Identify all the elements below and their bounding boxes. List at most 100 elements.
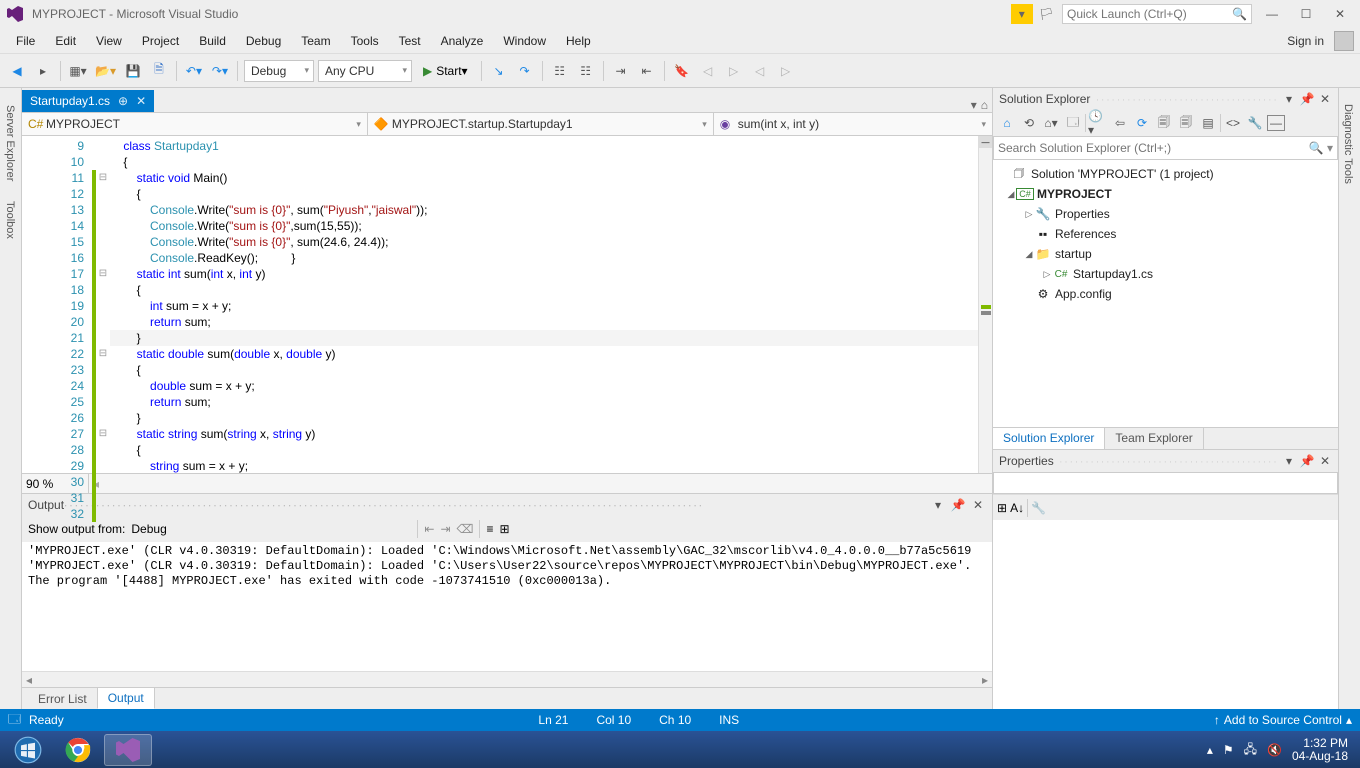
tree-node[interactable]: ⚙App.config bbox=[993, 284, 1338, 304]
menu-debug[interactable]: Debug bbox=[236, 30, 291, 52]
menu-team[interactable]: Team bbox=[291, 30, 340, 52]
nav-member-dropdown[interactable]: ◉sum(int x, int y) bbox=[714, 113, 992, 135]
menu-view[interactable]: View bbox=[86, 30, 132, 52]
se-tab-explorer[interactable]: Solution Explorer bbox=[993, 428, 1105, 449]
props-pin-icon[interactable]: 📌 bbox=[1300, 454, 1314, 468]
quick-launch[interactable]: 🔍 bbox=[1062, 4, 1252, 24]
save-icon[interactable]: 💾 bbox=[122, 60, 144, 82]
solution-config-dropdown[interactable]: Debug bbox=[244, 60, 314, 82]
nav-type-dropdown[interactable]: 🔶MYPROJECT.startup.Startupday1 bbox=[368, 113, 714, 135]
tray-up-icon[interactable]: ▴ bbox=[1207, 743, 1213, 757]
props-grid[interactable] bbox=[993, 520, 1338, 709]
prev-bookmark-icon[interactable]: ◁ bbox=[697, 60, 719, 82]
quick-launch-input[interactable] bbox=[1067, 7, 1232, 21]
props-dropdown-icon[interactable]: ▾ bbox=[1282, 454, 1296, 468]
tree-node[interactable]: ◢📁startup bbox=[993, 244, 1338, 264]
se-pin-icon[interactable]: 📌 bbox=[1300, 92, 1314, 106]
menu-build[interactable]: Build bbox=[189, 30, 236, 52]
start-button[interactable] bbox=[4, 734, 52, 766]
uncomment-icon[interactable]: ☷ bbox=[575, 60, 597, 82]
code-editor[interactable]: 9101112131415161718192021222324252627282… bbox=[22, 136, 992, 473]
comment-icon[interactable]: ☷ bbox=[549, 60, 571, 82]
open-file-icon[interactable]: 📂▾ bbox=[93, 60, 118, 82]
menu-project[interactable]: Project bbox=[132, 30, 189, 52]
next-bookmark-icon[interactable]: ▷ bbox=[723, 60, 745, 82]
output-source-dropdown[interactable]: Debug bbox=[131, 522, 411, 536]
se-collapse-icon[interactable]: ⌂▾ bbox=[1041, 113, 1061, 133]
se-properties-icon[interactable]: ▤ bbox=[1198, 113, 1218, 133]
menu-file[interactable]: File bbox=[6, 30, 45, 52]
save-all-icon[interactable]: 🗎 bbox=[148, 60, 170, 82]
se-history-icon[interactable]: 🕓▾ bbox=[1088, 113, 1108, 133]
se-tab-team[interactable]: Team Explorer bbox=[1105, 428, 1203, 449]
feedback-icon[interactable]: 🏳 bbox=[1039, 7, 1054, 21]
step-into-icon[interactable]: ↘ bbox=[488, 60, 510, 82]
step-over-icon[interactable]: ↷ bbox=[514, 60, 536, 82]
clear-bookmark-icon[interactable]: ◁ bbox=[749, 60, 771, 82]
tree-node[interactable]: 🗇Solution 'MYPROJECT' (1 project) bbox=[993, 164, 1338, 184]
sign-in-link[interactable]: Sign in bbox=[1287, 34, 1324, 48]
bookmark-icon[interactable]: 🔖 bbox=[671, 60, 693, 82]
clear-all-icon[interactable]: ⌫ bbox=[457, 522, 474, 536]
se-close-icon[interactable]: ✕ bbox=[1318, 92, 1332, 106]
se-showall-icon[interactable]: 🗐 bbox=[1154, 113, 1174, 133]
redo-icon[interactable]: ↷▾ bbox=[209, 60, 231, 82]
menu-help[interactable]: Help bbox=[556, 30, 601, 52]
notification-flag-icon[interactable]: ▾ bbox=[1011, 4, 1033, 24]
tree-node[interactable]: ▷🔧Properties bbox=[993, 204, 1338, 224]
code-area[interactable]: class Startupday1 { static void Main() {… bbox=[110, 136, 978, 473]
tab-output[interactable]: Output bbox=[97, 687, 155, 709]
se-dropdown-icon[interactable]: ▾ bbox=[1282, 92, 1296, 106]
solution-tree[interactable]: 🗇Solution 'MYPROJECT' (1 project)◢C#MYPR… bbox=[993, 160, 1338, 427]
diagnostic-tools-tab[interactable]: Diagnostic Tools bbox=[1339, 96, 1360, 192]
tree-node[interactable]: ◢C#MYPROJECT bbox=[993, 184, 1338, 204]
toggle-icon[interactable]: ⊞ bbox=[500, 522, 510, 536]
close-tab-icon[interactable]: ✕ bbox=[136, 94, 146, 108]
nav-scope-dropdown[interactable]: C#MYPROJECT bbox=[22, 113, 368, 135]
se-preview-icon[interactable]: — bbox=[1267, 115, 1285, 131]
avatar-icon[interactable] bbox=[1334, 31, 1354, 51]
se-code-icon[interactable]: <> bbox=[1223, 113, 1243, 133]
panel-close-icon[interactable]: ✕ bbox=[970, 497, 986, 513]
goto-next-icon[interactable]: ⇥ bbox=[440, 522, 450, 536]
source-control-button[interactable]: ↑Add to Source Control ▴ bbox=[1214, 713, 1352, 727]
se-search[interactable]: 🔍 ▾ bbox=[993, 136, 1338, 160]
overview-ruler[interactable]: — bbox=[978, 136, 992, 473]
system-tray[interactable]: ▴ ⚑ 🖧 🔇 1:32 PM 04-Aug-18 bbox=[1207, 737, 1356, 763]
tray-action-icon[interactable]: ⚑ bbox=[1223, 743, 1234, 757]
se-sync-icon[interactable]: ⟲ bbox=[1019, 113, 1039, 133]
hscroll-right-icon[interactable]: ▸ bbox=[982, 673, 988, 687]
clear-bookmark-icon2[interactable]: ▷ bbox=[775, 60, 797, 82]
outdent-icon[interactable]: ⇤ bbox=[636, 60, 658, 82]
alphabetize-icon[interactable]: A↓ bbox=[1010, 501, 1024, 515]
props-object-dropdown[interactable] bbox=[993, 472, 1338, 494]
toolbox-tab[interactable]: Toolbox bbox=[0, 192, 21, 248]
solution-nav-icon[interactable]: ⌂ bbox=[981, 98, 988, 112]
menu-edit[interactable]: Edit bbox=[45, 30, 86, 52]
tray-network-icon[interactable]: 🖧 bbox=[1244, 740, 1257, 761]
server-explorer-tab[interactable]: Server Explorer bbox=[0, 96, 21, 190]
goto-prev-icon[interactable]: ⇤ bbox=[424, 522, 434, 536]
split-icon[interactable]: — bbox=[979, 136, 992, 148]
undo-icon[interactable]: ↶▾ bbox=[183, 60, 205, 82]
tree-node[interactable]: ▷C#Startupday1.cs bbox=[993, 264, 1338, 284]
pin-icon[interactable]: ⊕ bbox=[118, 94, 128, 108]
menu-test[interactable]: Test bbox=[389, 30, 431, 52]
tray-volume-icon[interactable]: 🔇 bbox=[1267, 743, 1282, 757]
doc-tab-active[interactable]: Startupday1.cs ⊕ ✕ bbox=[22, 90, 154, 112]
tree-node[interactable]: ▪▪References bbox=[993, 224, 1338, 244]
minimize-button[interactable]: — bbox=[1258, 3, 1286, 25]
nav-fwd-icon[interactable]: ▸ bbox=[32, 60, 54, 82]
indent-icon[interactable]: ⇥ bbox=[610, 60, 632, 82]
props-wrench-icon[interactable]: 🔧 bbox=[1031, 501, 1046, 515]
fold-gutter[interactable]: ⊟⊟⊟⊟ bbox=[96, 136, 110, 473]
start-debug-button[interactable]: ▶Start ▾ bbox=[416, 60, 475, 82]
tab-error-list[interactable]: Error List bbox=[28, 689, 97, 709]
panel-pin-icon[interactable]: 📌 bbox=[950, 497, 966, 513]
menu-analyze[interactable]: Analyze bbox=[431, 30, 494, 52]
se-search-input[interactable] bbox=[998, 141, 1309, 155]
se-scope-icon[interactable]: 🗔 bbox=[1063, 113, 1083, 133]
menu-window[interactable]: Window bbox=[493, 30, 556, 52]
maximize-button[interactable]: ☐ bbox=[1292, 3, 1320, 25]
taskbar-clock[interactable]: 1:32 PM 04-Aug-18 bbox=[1292, 737, 1348, 763]
